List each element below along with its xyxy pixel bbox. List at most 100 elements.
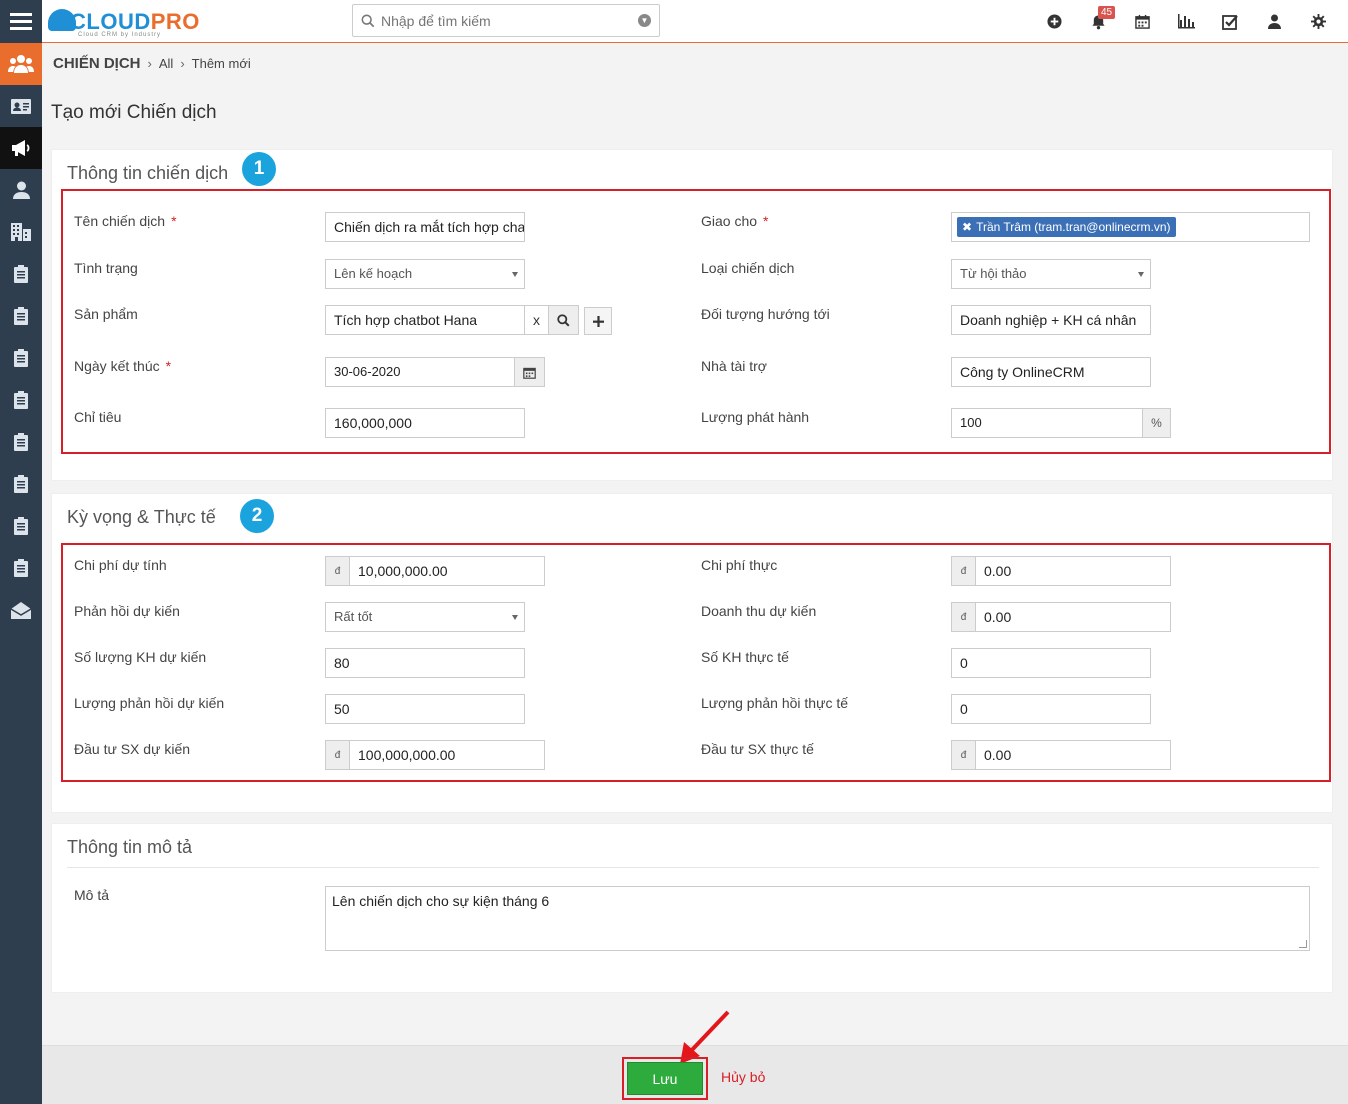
issue-amount-label: Lượng phát hành [701, 409, 810, 425]
page-title: Tạo mới Chiến dịch [51, 102, 217, 123]
left-sidebar [0, 43, 42, 1104]
logo[interactable]: CLOUDPRO Cloud CRM by Industry [48, 4, 200, 40]
sidebar-item-module-7[interactable] [0, 505, 42, 547]
sponsor-input[interactable]: Công ty OnlineCRM [951, 357, 1151, 387]
actual-investment-input[interactable]: 0.00 [975, 740, 1171, 770]
status-label: Tình trạng [74, 260, 138, 276]
plus-circle-icon [1046, 14, 1062, 29]
target-input[interactable]: 160,000,000 [325, 408, 525, 438]
chevron-right-icon: › [180, 56, 185, 71]
reports-button[interactable] [1164, 0, 1208, 43]
user-icon [1267, 14, 1281, 29]
campaign-type-select[interactable]: Từ hội thảo [951, 259, 1151, 289]
breadcrumb-module[interactable]: CHIẾN DỊCH [53, 55, 141, 72]
description-text: Lên chiến dịch cho sự kiện tháng 6 [332, 893, 550, 909]
status-select[interactable]: Lên kế hoạch [325, 259, 525, 289]
expected-response-count-label: Lượng phản hồi dự kiến [74, 695, 225, 711]
global-search[interactable]: ▼ [352, 4, 660, 37]
sidebar-item-module-5[interactable] [0, 421, 42, 463]
document-icon [14, 559, 28, 577]
close-icon[interactable]: ✖ [962, 220, 972, 234]
estimated-cost-label: Chi phí dự tính [74, 557, 167, 573]
end-date-input[interactable]: 30-06-2020 [325, 357, 515, 387]
mail-open-icon [11, 601, 31, 619]
expected-customers-input[interactable]: 80 [325, 648, 525, 678]
target-audience-input[interactable]: Doanh nghiệp + KH cá nhân [951, 305, 1151, 335]
sidebar-item-module-1[interactable] [0, 253, 42, 295]
megaphone-icon [12, 140, 30, 156]
document-icon [14, 391, 28, 409]
assigned-to-input[interactable]: ✖ Trần Trâm (tram.tran@onlinecrm.vn) [951, 212, 1310, 242]
building-icon [11, 223, 31, 241]
end-date-calendar-button[interactable] [514, 357, 545, 387]
notifications-button[interactable]: 45 [1076, 0, 1120, 43]
chevron-down-icon[interactable]: ▼ [638, 14, 651, 27]
expected-response-count-input[interactable]: 50 [325, 694, 525, 724]
description-textarea[interactable]: Lên chiến dịch cho sự kiện tháng 6 [325, 886, 1310, 951]
sidebar-item-organizations[interactable] [0, 211, 42, 253]
issue-amount-input[interactable]: 100 [951, 408, 1143, 438]
campaign-type-value: Từ hội thảo [960, 266, 1027, 281]
actual-customers-input[interactable]: 0 [951, 648, 1151, 678]
section-title: Thông tin mô tả [67, 837, 193, 857]
save-button[interactable]: Lưu [627, 1062, 703, 1095]
product-search-button[interactable] [548, 305, 579, 335]
user-icon [12, 181, 30, 199]
caret-down-icon [512, 272, 518, 277]
product-clear-button[interactable]: x [524, 305, 549, 335]
sidebar-item-team[interactable] [0, 43, 42, 85]
campaign-name-label: Tên chiến dịch [74, 213, 166, 229]
tasks-button[interactable] [1208, 0, 1252, 43]
expected-revenue-label: Doanh thu dự kiến [701, 603, 817, 619]
settings-button[interactable] [1296, 0, 1340, 43]
sidebar-item-module-4[interactable] [0, 379, 42, 421]
document-icon [14, 433, 28, 451]
chevron-right-icon: › [147, 56, 152, 71]
menu-toggle-button[interactable] [0, 0, 42, 43]
sidebar-item-users[interactable] [0, 169, 42, 211]
section-title: Thông tin chiến dịch [67, 163, 229, 183]
actual-response-count-input[interactable]: 0 [951, 694, 1151, 724]
sidebar-item-module-3[interactable] [0, 337, 42, 379]
product-add-button[interactable] [584, 307, 612, 335]
sidebar-item-module-2[interactable] [0, 295, 42, 337]
users-icon [8, 55, 34, 73]
user-profile-button[interactable] [1252, 0, 1296, 43]
caret-down-icon [512, 615, 518, 620]
sidebar-item-module-6[interactable] [0, 463, 42, 505]
estimated-cost-input[interactable]: 10,000,000.00 [349, 556, 545, 586]
document-icon [14, 349, 28, 367]
currency-addon: đ [325, 740, 350, 770]
end-date-label: Ngày kết thúc [74, 358, 160, 374]
quick-create-button[interactable] [1032, 0, 1076, 43]
expected-revenue-input[interactable]: 0.00 [975, 602, 1171, 632]
breadcrumb-all[interactable]: All [159, 56, 173, 71]
sidebar-item-module-8[interactable] [0, 547, 42, 589]
sidebar-item-campaigns[interactable] [0, 127, 42, 169]
currency-addon: đ [951, 556, 976, 586]
cloud-logo-icon [48, 9, 76, 31]
checkbox-icon [1222, 14, 1238, 30]
status-select-value: Lên kế hoạch [334, 266, 413, 281]
assigned-user-name: Trần Trâm (tram.tran@onlinecrm.vn) [976, 220, 1171, 234]
expected-response-select[interactable]: Rất tốt [325, 602, 525, 632]
resize-handle-icon[interactable] [1299, 940, 1307, 948]
search-input[interactable] [381, 12, 638, 29]
sidebar-item-mail[interactable] [0, 589, 42, 631]
assigned-user-chip[interactable]: ✖ Trần Trâm (tram.tran@onlinecrm.vn) [957, 217, 1176, 237]
product-label: Sản phẩm [74, 306, 138, 322]
bar-chart-icon [1178, 14, 1195, 29]
campaign-type-label: Loại chiến dịch [701, 260, 795, 276]
hamburger-icon [10, 20, 32, 23]
actual-cost-input[interactable]: 0.00 [975, 556, 1171, 586]
contact-card-icon [11, 98, 31, 114]
calendar-button[interactable] [1120, 0, 1164, 43]
plus-icon [592, 315, 604, 327]
cancel-link[interactable]: Hủy bỏ [721, 1069, 765, 1085]
top-header: CLOUDPRO Cloud CRM by Industry ▼ 45 [0, 0, 1348, 43]
campaign-name-input[interactable]: Chiến dịch ra mắt tích hợp chatbot [325, 212, 525, 242]
product-input[interactable]: Tích hợp chatbot Hana [325, 305, 525, 335]
sidebar-item-contacts[interactable] [0, 85, 42, 127]
target-label: Chỉ tiêu [74, 409, 122, 425]
expected-investment-input[interactable]: 100,000,000.00 [349, 740, 545, 770]
